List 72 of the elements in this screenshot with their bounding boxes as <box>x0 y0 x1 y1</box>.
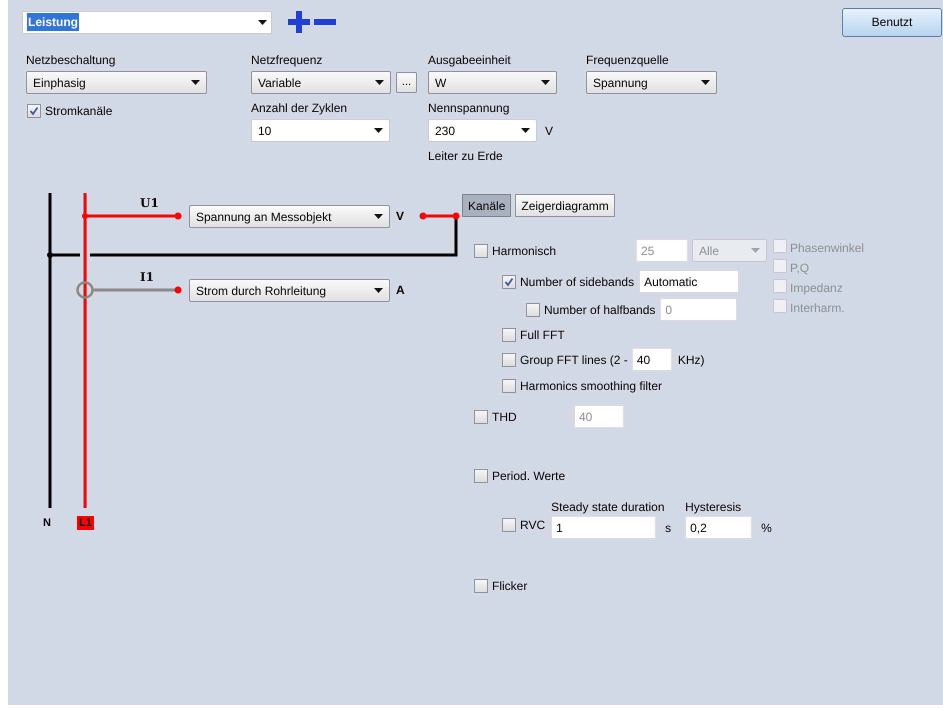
label: Netzbeschaltung <box>26 52 116 69</box>
label: Full FFT <box>520 327 565 344</box>
dropdown[interactable]: 10 <box>251 119 390 142</box>
unit-label: A <box>396 282 405 299</box>
checkbox[interactable] <box>502 379 516 393</box>
unit-label: V <box>396 208 404 225</box>
caret-icon <box>701 80 710 85</box>
label: Ausgabeeinheit <box>428 52 512 69</box>
label: Anzahl der Zyklen <box>251 100 348 117</box>
label: RVC <box>520 517 546 534</box>
label: THD <box>492 408 517 426</box>
dropdown[interactable]: 230 <box>428 119 537 142</box>
apply-button[interactable]: Benutzt <box>842 8 942 36</box>
label: Flicker <box>492 578 528 595</box>
label: % <box>761 520 772 536</box>
caret-icon <box>191 80 200 85</box>
check-icon <box>504 276 514 286</box>
label: Harmonisch <box>492 242 556 260</box>
input-field[interactable]: 40 <box>632 348 672 371</box>
check-icon <box>29 106 39 116</box>
checkbox[interactable] <box>502 328 516 342</box>
label: Number of halfbands <box>544 302 656 318</box>
label: Hysteresis <box>685 499 742 516</box>
label: Number of sidebands <box>520 274 634 290</box>
checkbox[interactable] <box>502 274 516 288</box>
caret-icon <box>541 80 550 85</box>
unit-label: V <box>545 122 554 140</box>
conductor-label: L1 <box>77 516 94 530</box>
input-field[interactable]: Automatic <box>639 270 740 293</box>
caret-icon <box>374 214 383 219</box>
label: Netzfrequenz <box>251 52 324 69</box>
checkbox[interactable] <box>474 469 488 483</box>
conductor-label: N <box>43 516 51 530</box>
checkbox[interactable] <box>502 352 516 366</box>
dropdown[interactable]: Variable <box>251 71 391 94</box>
preset-dropdown[interactable]: Leistung <box>22 10 272 34</box>
dropdown[interactable]: Spannung <box>586 71 717 94</box>
checkbox[interactable] <box>27 104 41 118</box>
label: Phasenwinkel <box>790 240 864 257</box>
dropdown[interactable]: Einphasig <box>26 71 207 94</box>
tab[interactable]: Zeigerdiagramm <box>515 194 615 217</box>
channel-label: U1 <box>140 195 159 212</box>
more-button[interactable]: ... <box>396 72 417 93</box>
label: Nennspannung <box>428 100 510 117</box>
dropdown[interactable]: Spannung an Messobjekt <box>189 205 390 228</box>
label: Frequenzquelle <box>586 52 670 69</box>
label: Steady state duration <box>551 499 666 516</box>
checkbox[interactable] <box>474 579 488 593</box>
dropdown[interactable]: Strom durch Rohrleitung <box>189 279 390 302</box>
label: Harmonics smoothing filter <box>520 378 662 395</box>
label: Impedanz <box>790 280 843 297</box>
caret-icon <box>258 20 267 24</box>
checkbox[interactable] <box>502 518 516 532</box>
caret-icon <box>751 248 760 253</box>
caret-icon <box>374 128 383 133</box>
channel-label: I1 <box>140 269 154 286</box>
label: KHz) <box>678 352 704 368</box>
label: Interharm. <box>790 300 845 317</box>
label: Stromkanäle <box>45 103 112 120</box>
dropdown[interactable]: W <box>428 71 557 94</box>
caret-icon <box>374 288 383 293</box>
label: Period. Werte <box>492 468 566 485</box>
tab[interactable]: Kanäle <box>462 194 512 217</box>
caret-icon <box>521 128 530 133</box>
input-field[interactable]: 1 <box>551 516 656 539</box>
label: P,Q <box>790 260 810 277</box>
label: Leiter zu Erde <box>428 148 504 165</box>
label: Group FFT lines (2 - <box>520 352 628 368</box>
add-icon[interactable] <box>288 11 310 33</box>
input-field[interactable]: 0,2 <box>685 516 752 539</box>
label: s <box>665 520 672 536</box>
caret-icon <box>375 80 384 85</box>
